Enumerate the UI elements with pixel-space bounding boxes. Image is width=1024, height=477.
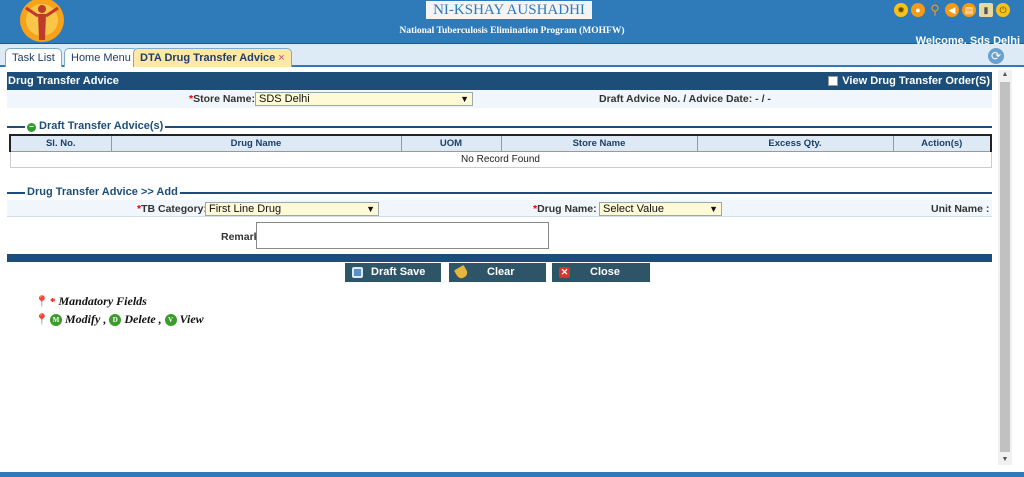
close-button[interactable]: ✕ Close [552, 263, 650, 282]
save-disk-icon [352, 267, 363, 278]
tab-label: DTA Drug Transfer Advice [140, 52, 276, 64]
view-icon: V [164, 313, 177, 326]
broom-icon [453, 264, 470, 281]
map-pin-icon: 📍 [35, 295, 49, 308]
document-icon[interactable]: ▤ [962, 3, 976, 17]
collapse-minus-icon[interactable]: − [27, 123, 36, 132]
main-content: Drug Transfer Advice View Drug Transfer … [7, 70, 992, 468]
vertical-scrollbar[interactable]: ▲ ▼ [998, 70, 1012, 465]
modify-icon: M [50, 313, 62, 326]
tab-task-list[interactable]: Task List [5, 48, 62, 67]
tab-bar: Task List Home Menu DTA Drug Transfer Ad… [0, 44, 1024, 67]
header-toolbar: ✹ ● ⚲ ◀ ▤ ▮ ⏻ [894, 2, 1010, 17]
tab-dta-drug-transfer-advice[interactable]: DTA Drug Transfer Advice × [133, 48, 292, 67]
col-uom: UOM [400, 134, 502, 152]
remarks-row-divider [7, 216, 992, 217]
notification-icon[interactable]: ● [911, 3, 925, 17]
app-header: NI-KSHAY AUSHADHI National Tuberculosis … [0, 0, 1024, 47]
search-icon[interactable]: ⚲ [928, 2, 942, 17]
settings-gear-icon[interactable]: ✹ [894, 3, 908, 17]
chevron-down-icon: ▼ [709, 204, 718, 214]
col-sl-no: Sl. No. [9, 134, 112, 152]
draft-advice-info: Draft Advice No. / Advice Date: - / - [599, 93, 771, 105]
col-excess-qty: Excess Qty. [696, 134, 894, 152]
table-row: No Record Found [9, 150, 992, 168]
action-divider-band [7, 254, 992, 262]
app-title: NI-KSHAY AUSHADHI [426, 1, 592, 19]
refresh-icon[interactable]: ⟳ [988, 48, 1004, 64]
close-x-icon: ✕ [559, 267, 570, 278]
app-subtitle: National Tuberculosis Elimination Progra… [399, 26, 625, 36]
remarks-textarea[interactable] [256, 222, 549, 249]
empty-table-message: No Record Found [9, 150, 992, 168]
tab-home-menu[interactable]: Home Menu [64, 48, 138, 67]
clipboard-icon[interactable]: ▮ [979, 3, 993, 17]
store-name-label: *Store Name: [189, 93, 255, 105]
col-drug-name: Drug Name [110, 134, 402, 152]
store-name-select[interactable]: SDS Delhi ▼ [255, 92, 473, 106]
table-header-row: Sl. No. Drug Name UOM Store Name Excess … [9, 134, 992, 152]
map-pin-icon: 📍 [35, 313, 49, 326]
mandatory-fields-note: 📍 * Mandatory Fields [35, 294, 147, 308]
page-title: Drug Transfer Advice [8, 75, 119, 87]
footer-strip [0, 472, 1024, 477]
view-order-label: View Drug Transfer Order(S) [842, 75, 990, 87]
col-store-name: Store Name [500, 134, 698, 152]
drug-name-label: *Drug Name: [533, 203, 597, 215]
draft-save-button[interactable]: Draft Save [345, 263, 441, 282]
delete-icon: D [109, 313, 122, 326]
chevron-down-icon: ▼ [460, 94, 469, 104]
scroll-down-icon[interactable]: ▼ [998, 455, 1012, 465]
scroll-thumb[interactable] [1000, 82, 1010, 452]
draft-advice-table: Sl. No. Drug Name UOM Store Name Excess … [9, 134, 992, 168]
tb-category-label: *TB Category: [137, 203, 208, 215]
tb-category-select[interactable]: First Line Drug ▼ [205, 202, 379, 216]
power-icon[interactable]: ⏻ [996, 3, 1010, 17]
chevron-down-icon: ▼ [366, 204, 375, 214]
scroll-up-icon[interactable]: ▲ [998, 70, 1012, 80]
page-title-bar: Drug Transfer Advice View Drug Transfer … [7, 72, 992, 90]
tab-close-icon[interactable]: × [278, 52, 284, 64]
view-order-checkbox[interactable] [828, 76, 839, 86]
required-star: * [50, 295, 56, 308]
unit-name-label: Unit Name : [931, 203, 990, 215]
drug-name-select[interactable]: Select Value ▼ [599, 202, 722, 216]
col-actions: Action(s) [892, 134, 992, 152]
logo-icon [20, 0, 64, 42]
add-section-legend: Drug Transfer Advice >> Add [25, 186, 180, 198]
megaphone-icon[interactable]: ◀ [945, 3, 959, 17]
clear-button[interactable]: Clear [449, 263, 546, 282]
view-order-toggle[interactable]: View Drug Transfer Order(S) [828, 72, 990, 90]
action-legend-note: 📍 M Modify , D Delete , V View [35, 312, 204, 326]
draft-section-legend[interactable]: − Draft Transfer Advice(s) [25, 120, 166, 132]
store-row [7, 90, 992, 108]
